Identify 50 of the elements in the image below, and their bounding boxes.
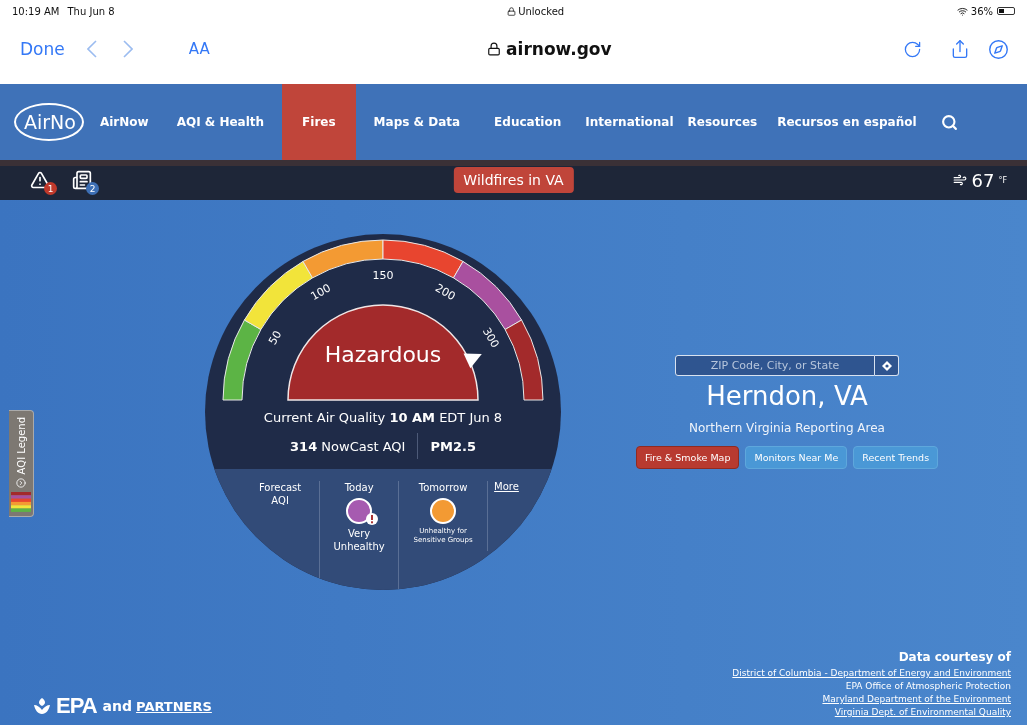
url-text[interactable]: airnow.gov (506, 39, 612, 59)
status-date: Thu Jun 8 (67, 5, 115, 17)
temperature-unit: °F (998, 175, 1007, 185)
nowcast-aqi: 314 NowCast AQI (289, 438, 407, 454)
gauge-tick-label: 100 (308, 281, 334, 304)
lock-status: Unlocked (518, 5, 565, 17)
source-link[interactable]: Maryland Department of the Environment (822, 693, 1011, 706)
nav-item[interactable]: Maps & Data (355, 84, 479, 160)
more-link[interactable]: More (487, 481, 525, 551)
wildfire-banner[interactable]: Wildfires in VA (453, 167, 574, 193)
nav-item[interactable]: International (577, 84, 682, 160)
view-button[interactable]: Monitors Near Me (745, 446, 848, 469)
source-link[interactable]: Virginia Dept. of Environmental Quality (834, 706, 1011, 719)
gauge-tick-label: 150 (372, 269, 394, 282)
category-label: Hazardous (324, 342, 442, 367)
legend-tab[interactable]: AQI Legend (9, 410, 34, 518)
current-air-quality: Current Air Quality 10 AM EDT Jun 8 (263, 410, 503, 425)
nav-item[interactable]: Fires (282, 84, 356, 160)
source-link[interactable]: District of Columbia - Department of Energy and Environment (732, 667, 1011, 680)
forecast-day: Tomorrow (418, 481, 468, 494)
nav-item[interactable]: AQI & Health (158, 84, 283, 160)
nav-item[interactable]: AirNow (89, 84, 159, 160)
gauge-tick-label: 50 (266, 328, 285, 348)
battery-percent: 36% (970, 5, 993, 17)
epa-wordmark: EPA (56, 693, 97, 719)
reporting-area: Northern Virginia Reporting Area (689, 421, 885, 435)
view-button[interactable]: Recent Trends (853, 446, 939, 469)
forecast-category: Very Unhealthy (332, 527, 386, 553)
pollutant: PM2.5 (429, 438, 477, 454)
data-courtesy-title: Data courtesy of (898, 650, 1011, 664)
city-name: Herndon, VA (706, 381, 868, 411)
location-search-field[interactable]: ZIP Code, City, or State (675, 355, 875, 376)
done-button[interactable]: Done (20, 39, 65, 59)
source-text: EPA Office of Atmospheric Protection (845, 680, 1011, 693)
text-size-button[interactable]: AA (188, 40, 210, 58)
site-logo[interactable]: AirNo (14, 103, 84, 141)
and-text: and (102, 698, 133, 714)
status-time: 10:19 AM (12, 5, 60, 17)
count-badge: 1 (44, 182, 57, 195)
view-button[interactable]: Fire & Smoke Map (635, 446, 740, 469)
forecast-day: Today (344, 481, 374, 494)
forecast-label: Forecast AQI (257, 481, 303, 507)
gauge-tick-label: 200 (432, 281, 458, 304)
nav-item[interactable]: Education (478, 84, 578, 160)
nav-item[interactable]: Recursos en español (763, 84, 931, 160)
legend-label: AQI Legend (15, 417, 27, 475)
partners-link[interactable]: PARTNERS (136, 698, 212, 714)
count-badge: 2 (86, 182, 99, 195)
temperature: 67 (971, 169, 995, 191)
nav-item[interactable]: Resources (681, 84, 764, 160)
